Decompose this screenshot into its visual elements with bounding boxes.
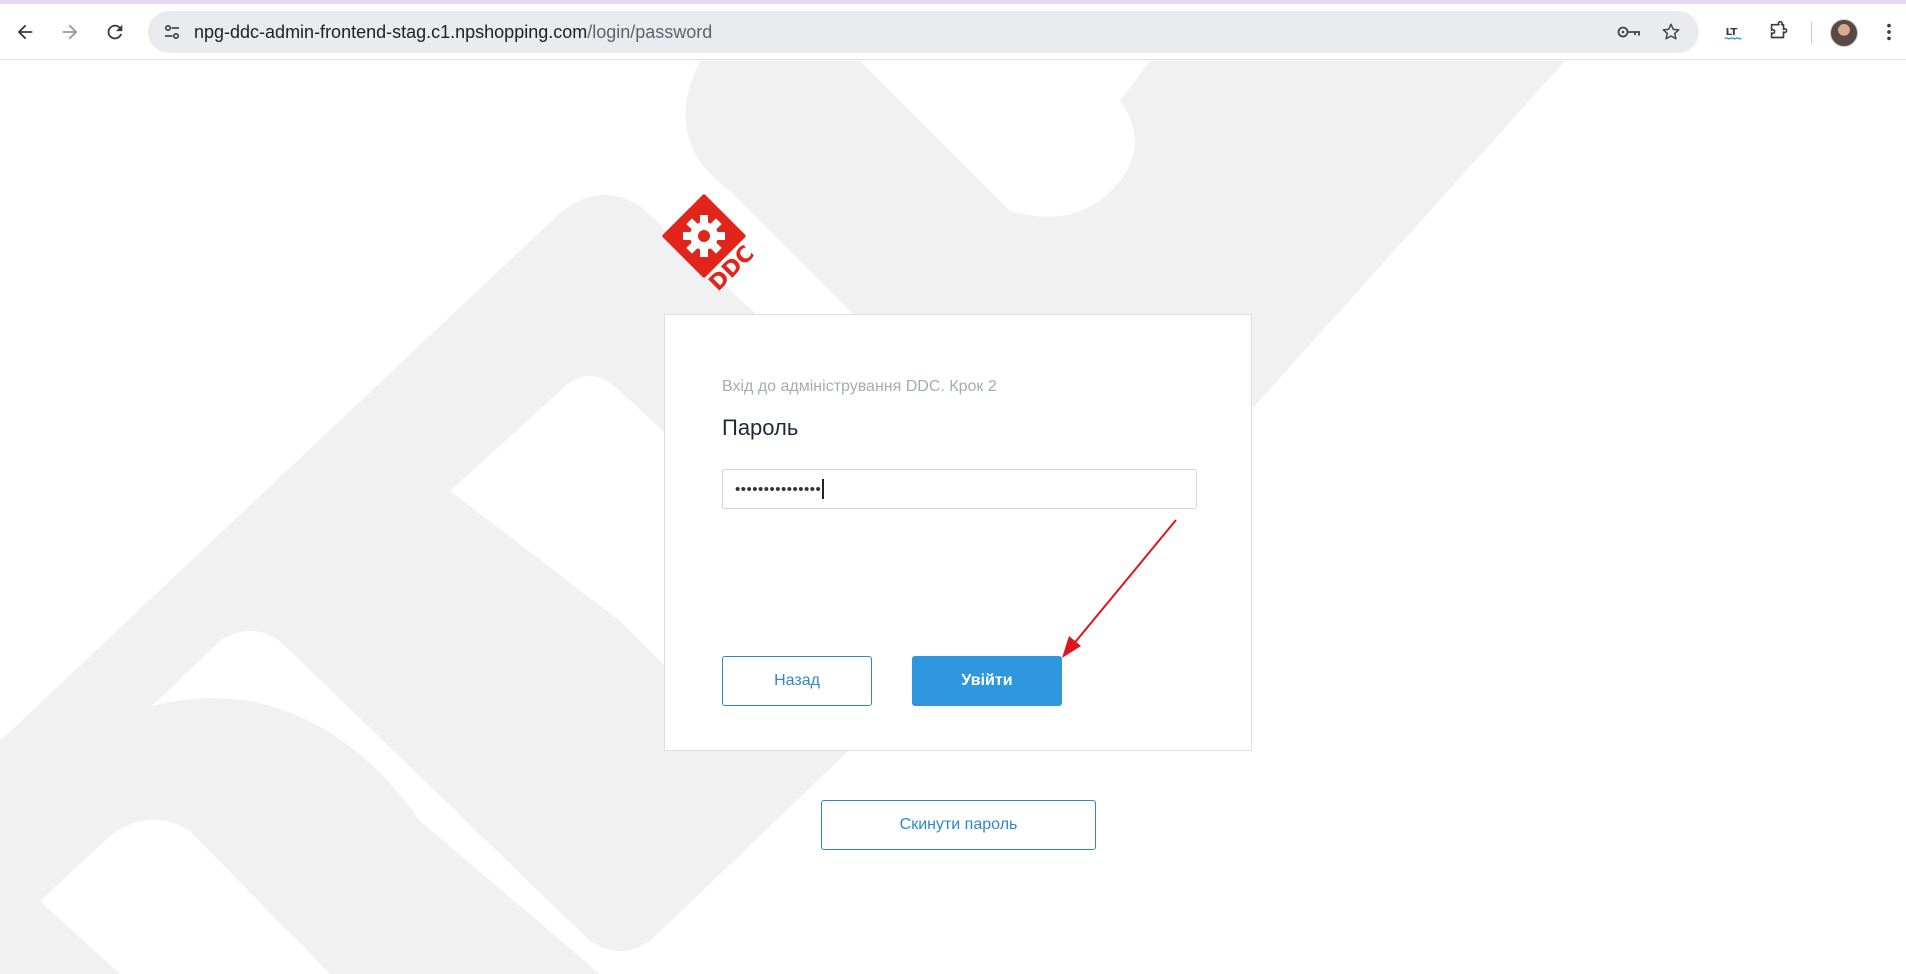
ddc-logo: DDC — [662, 194, 762, 304]
back-button[interactable]: Назад — [722, 656, 872, 706]
toolbar-separator — [1811, 22, 1812, 44]
key-icon[interactable] — [1615, 19, 1643, 45]
page-subtitle: Вхід до адміністрування DDC. Крок 2 — [722, 378, 997, 395]
password-label: Пароль — [722, 415, 799, 440]
url-path: /login/password — [587, 22, 713, 42]
lt-extension-icon[interactable]: LT — [1716, 15, 1750, 49]
login-page: DDC Вхід до адміністрування DDC. Крок 2 … — [0, 61, 1906, 974]
site-info-icon[interactable] — [158, 18, 186, 46]
more-icon[interactable] — [1872, 15, 1906, 49]
svg-text:LT: LT — [1726, 27, 1738, 38]
url-text[interactable]: npg-ddc-admin-frontend-stag.c1.npshoppin… — [194, 22, 712, 43]
back-icon[interactable] — [8, 15, 42, 49]
url-domain: npg-ddc-admin-frontend-stag.c1.npshoppin… — [194, 22, 588, 42]
browser-toolbar: npg-ddc-admin-frontend-stag.c1.npshoppin… — [0, 4, 1906, 60]
address-bar[interactable]: npg-ddc-admin-frontend-stag.c1.npshoppin… — [148, 11, 1699, 53]
login-card: Вхід до адміністрування DDC. Крок 2 Паро… — [664, 314, 1252, 751]
text-caret — [822, 479, 825, 499]
forward-icon[interactable] — [53, 15, 87, 49]
avatar[interactable] — [1830, 19, 1858, 47]
reload-icon[interactable] — [98, 15, 132, 49]
extensions-icon[interactable] — [1761, 15, 1795, 49]
password-input[interactable]: ••••••••••••••• — [722, 469, 1197, 509]
reset-password-button[interactable]: Скинути пароль — [821, 800, 1096, 850]
login-button[interactable]: Увійти — [912, 656, 1062, 706]
star-icon[interactable] — [1657, 19, 1685, 45]
password-value: ••••••••••••••• — [735, 480, 822, 498]
